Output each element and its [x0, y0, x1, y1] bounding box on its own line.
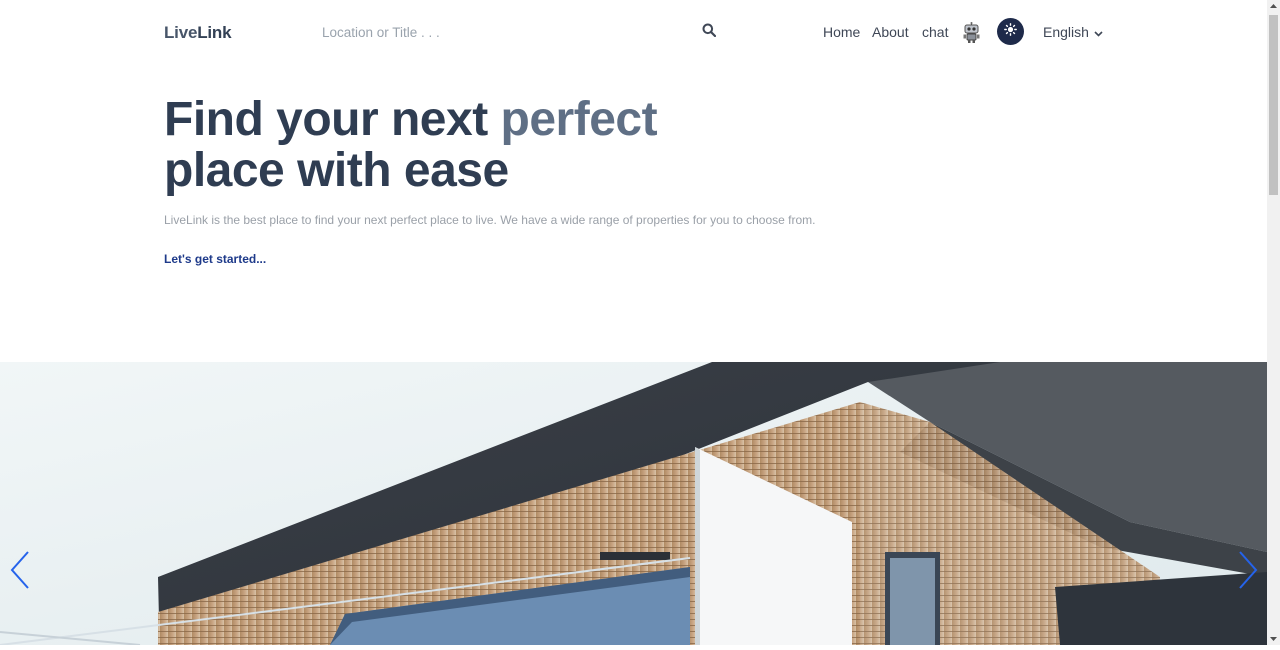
language-selector[interactable]: English [1043, 24, 1103, 40]
hero-title-accent: perfect [500, 93, 658, 146]
chevron-down-icon [1094, 24, 1103, 40]
carousel-image [0, 362, 1267, 645]
brand-suffix: Link [197, 23, 232, 42]
page-scrollbar[interactable] [1267, 0, 1280, 645]
brand-prefix: Live [164, 23, 198, 42]
property-carousel [0, 362, 1267, 645]
robot-icon[interactable] [962, 22, 981, 43]
nav-chat[interactable]: chat [922, 24, 948, 40]
search-bar [312, 18, 722, 46]
get-started-link[interactable]: Let's get started... [164, 252, 266, 266]
search-input[interactable] [312, 18, 682, 46]
hero-description: LiveLink is the best place to find your … [164, 213, 816, 227]
search-icon[interactable] [702, 23, 720, 41]
hero-title: Find your next perfect place with ease [164, 93, 658, 197]
page: LiveLink Home About chat [0, 0, 1267, 645]
nav-about[interactable]: About [872, 24, 909, 40]
scroll-thumb[interactable] [1269, 15, 1278, 195]
chevron-right-icon[interactable] [1236, 550, 1260, 590]
hero-title-part1: Find your next [164, 93, 501, 146]
scroll-down-icon[interactable] [1267, 632, 1280, 645]
brand-logo[interactable]: LiveLink [164, 23, 232, 43]
sun-icon [1004, 22, 1017, 41]
theme-toggle-button[interactable] [997, 18, 1024, 45]
hero-title-part2: place with ease [164, 144, 509, 197]
scroll-up-icon[interactable] [1267, 0, 1280, 13]
language-label: English [1043, 24, 1089, 40]
chevron-left-icon[interactable] [8, 550, 32, 590]
nav-home[interactable]: Home [823, 24, 860, 40]
